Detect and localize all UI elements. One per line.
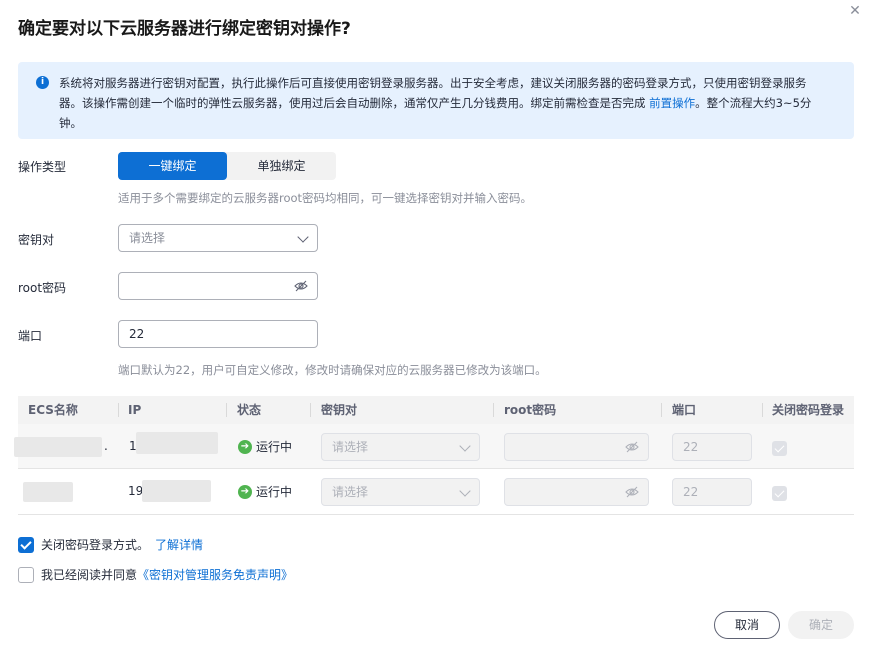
header-ip: IP: [128, 403, 142, 417]
operation-type-segmented: 一键绑定 单独绑定: [118, 152, 336, 180]
redacted-ip: [142, 480, 211, 502]
port-hint: 端口默认为22，用户可自定义修改，修改时请确保对应的云服务器已修改为该端口。: [118, 363, 547, 377]
header-disable-password: 关闭密码登录: [772, 403, 845, 417]
status-text: 运行中: [256, 485, 293, 499]
header-root-password: root密码: [504, 403, 557, 417]
chevron-down-icon: [297, 231, 309, 243]
row2-keypair-placeholder: 请选择: [332, 485, 369, 499]
status-running: ➔ 运行中: [238, 483, 292, 500]
running-icon: ➔: [238, 439, 252, 454]
header-status: 状态: [237, 403, 262, 417]
row1-port: 22: [672, 433, 752, 461]
disable-password-label: 关闭密码登录方式。: [41, 538, 150, 552]
status-running: ➔ 运行中: [238, 438, 292, 455]
row2-disable-password-checkbox: [772, 486, 787, 501]
option-one-click-bind[interactable]: 一键绑定: [118, 152, 227, 180]
keypair-placeholder: 请选择: [129, 231, 166, 245]
redacted-name: [14, 437, 102, 457]
header-ecs-name: ECS名称: [28, 403, 78, 417]
prerequisite-link[interactable]: 前置操作: [649, 96, 695, 110]
info-icon: i: [36, 76, 49, 89]
keypair-select[interactable]: 请选择: [118, 224, 318, 252]
operation-hint: 适用于多个需要绑定的云服务器root密码均相同，可一键选择密钥对并输入密码。: [118, 191, 533, 205]
redacted-name: [23, 482, 73, 502]
eye-hidden-icon: [625, 486, 639, 498]
close-icon[interactable]: ✕: [848, 4, 862, 18]
port-label: 端口: [18, 329, 43, 343]
row2-root-password: [504, 478, 649, 506]
row1-root-password: [504, 433, 649, 461]
row1-keypair-placeholder: 请选择: [332, 440, 369, 454]
agree-checkbox[interactable]: [18, 566, 34, 583]
agree-label: 我已经阅读并同意: [41, 568, 138, 582]
cancel-button[interactable]: 取消: [714, 611, 780, 639]
chevron-down-icon: [459, 440, 471, 452]
ecs-ip: 19: [128, 484, 144, 498]
table-header: ECS名称 IP 状态 密钥对 root密码 端口 关闭密码登录: [18, 396, 854, 424]
running-icon: ➔: [238, 484, 252, 499]
disable-password-option: 关闭密码登录方式。 了解详情: [18, 536, 203, 553]
row2-port: 22: [672, 478, 752, 506]
disclaimer-link[interactable]: 《密钥对管理服务免责声明》: [137, 566, 293, 583]
disable-password-checkbox[interactable]: [18, 536, 34, 553]
row1-disable-password-checkbox: [772, 441, 787, 456]
keypair-label: 密钥对: [18, 233, 55, 247]
status-text: 运行中: [256, 440, 293, 454]
eye-hidden-icon[interactable]: [294, 280, 308, 292]
learn-more-link[interactable]: 了解详情: [155, 536, 203, 553]
dialog-title: 确定要对以下云服务器进行绑定密钥对操作?: [18, 19, 351, 39]
row1-keypair-select: 请选择: [321, 433, 480, 461]
row1-port-value: 22: [683, 440, 699, 454]
row2-port-value: 22: [683, 485, 699, 499]
header-keypair: 密钥对: [321, 403, 358, 417]
chevron-down-icon: [459, 485, 471, 497]
bind-keypair-dialog: ✕ 确定要对以下云服务器进行绑定密钥对操作? i 系统将对服务器进行密钥对配置，…: [0, 0, 870, 647]
root-password-label: root密码: [18, 281, 67, 295]
port-value: 22: [129, 327, 145, 341]
port-input[interactable]: 22: [118, 320, 318, 348]
ecs-name: .: [104, 439, 108, 453]
header-port: 端口: [672, 403, 697, 417]
agree-option: 我已经阅读并同意 《密钥对管理服务免责声明》: [18, 566, 293, 583]
operation-type-label: 操作类型: [18, 160, 67, 174]
info-notice: i 系统将对服务器进行密钥对配置，执行此操作后可直接使用密钥登录服务器。出于安全…: [18, 62, 854, 139]
eye-hidden-icon: [625, 441, 639, 453]
confirm-button[interactable]: 确定: [788, 611, 854, 639]
root-password-input[interactable]: [118, 272, 318, 300]
option-individual-bind[interactable]: 单独绑定: [227, 152, 336, 180]
redacted-ip: [136, 432, 218, 454]
row2-keypair-select: 请选择: [321, 478, 480, 506]
